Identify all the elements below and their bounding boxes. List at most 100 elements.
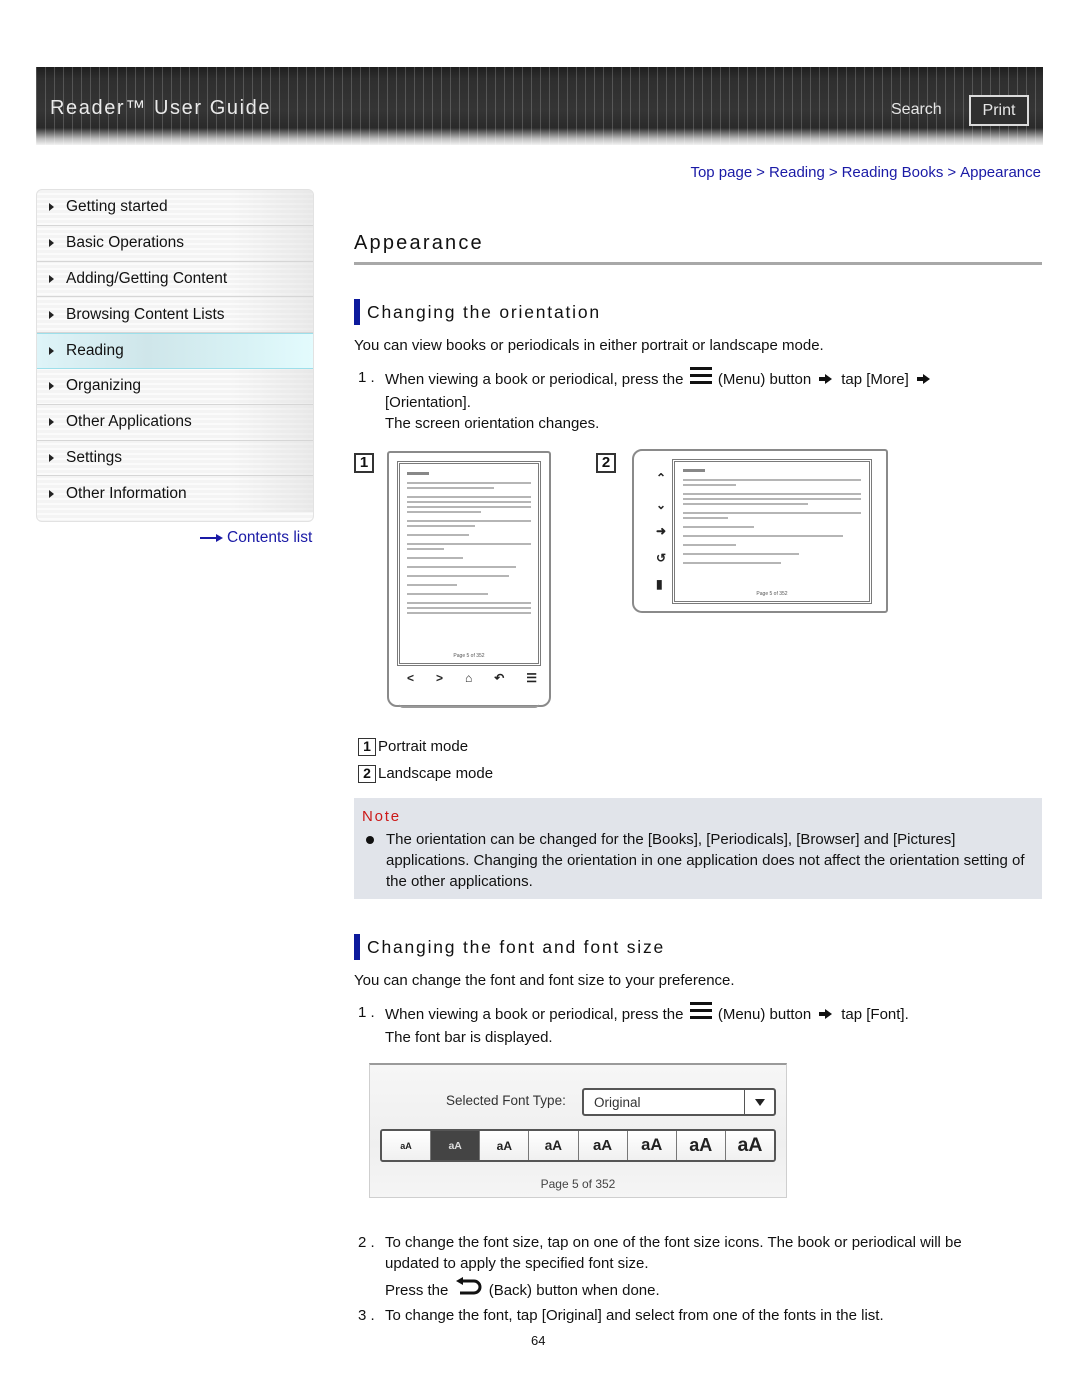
font-size-option-1: aA xyxy=(382,1131,432,1160)
portrait-screen: Page 5 of 352 xyxy=(397,461,541,666)
step-line-2: updated to apply the specified font size… xyxy=(385,1255,649,1272)
triangle-right-icon xyxy=(49,310,54,319)
font-size-option-6: aA xyxy=(627,1131,677,1160)
step-result: The font bar is displayed. xyxy=(385,1029,553,1046)
note-title: Note xyxy=(362,808,401,825)
note-box: Note The orientation can be changed for … xyxy=(354,798,1042,899)
app-title: Reader™ User Guide xyxy=(50,97,272,119)
font-type-value: Original xyxy=(594,1095,641,1110)
dropdown-arrow-icon xyxy=(744,1090,774,1114)
menu-icon xyxy=(689,1002,712,1020)
sidebar-nav: Getting started Basic Operations Adding/… xyxy=(36,189,314,522)
step-text: When viewing a book or periodical, press… xyxy=(385,1002,909,1025)
sidebar-item-label: Settings xyxy=(66,448,123,466)
triangle-right-icon xyxy=(49,382,54,391)
portrait-nav-buttons: < > ⌂ ↶ ☰ xyxy=(407,671,537,685)
font-step-1: 1 . When viewing a book or periodical, p… xyxy=(358,1002,1038,1048)
sidebar-item-label: Browsing Content Lists xyxy=(66,305,225,323)
font-size-buttons: aA aA aA aA aA aA aA aA xyxy=(380,1129,776,1162)
font-bar-illustration: Selected Font Type: Original aA aA aA aA… xyxy=(369,1063,787,1198)
triangle-right-icon xyxy=(49,453,54,462)
section-heading-font: Changing the font and font size xyxy=(354,934,665,960)
font-step-2: 2 . To change the font size, tap on one … xyxy=(358,1232,1038,1301)
search-link[interactable]: Search xyxy=(891,101,942,119)
section-heading-orientation: Changing the orientation xyxy=(354,299,601,325)
sidebar-item-organizing[interactable]: Organizing xyxy=(37,368,313,405)
triangle-right-icon xyxy=(49,490,54,499)
landscape-nav-buttons: ⌃ ⌄ ➜ ↺ ▮ xyxy=(656,471,666,591)
chevron-right-icon: > xyxy=(435,671,443,685)
sidebar-item-basic-operations[interactable]: Basic Operations xyxy=(37,225,313,262)
step-result: The screen orientation changes. xyxy=(385,415,600,432)
step-text-d: [Orientation]. xyxy=(385,394,471,411)
step-text-a: When viewing a book or periodical, press… xyxy=(385,371,684,388)
sidebar-item-label: Other Information xyxy=(66,485,187,503)
breadcrumb-separator: > xyxy=(947,164,957,181)
breadcrumb: Top page > Reading > Reading Books > Appearanc… xyxy=(690,164,1041,181)
menu-icon: ▮ xyxy=(656,577,663,591)
orientation-intro: You can view books or periodicals in eit… xyxy=(354,337,824,354)
step-text-a: Press the xyxy=(385,1282,449,1299)
breadcrumb-reading-books[interactable]: Reading Books xyxy=(842,164,944,181)
sidebar-item-label: Getting started xyxy=(66,198,168,216)
arrow-right-icon: ➜ xyxy=(656,524,667,538)
step-text-a: When viewing a book or periodical, press… xyxy=(385,1006,684,1023)
font-size-option-4: aA xyxy=(529,1131,579,1160)
contents-list-link[interactable]: Contents list xyxy=(200,529,312,547)
menu-icon xyxy=(689,367,712,385)
title-divider xyxy=(354,262,1042,265)
step-line-3: Press the (Back) button when done. xyxy=(385,1277,660,1301)
sidebar-item-getting-started[interactable]: Getting started xyxy=(37,190,313,226)
sidebar-item-settings[interactable]: Settings xyxy=(37,440,313,477)
breadcrumb-separator: > xyxy=(756,164,765,181)
chevron-down-icon: ⌄ xyxy=(656,497,667,512)
arrow-right-icon xyxy=(200,533,224,543)
landscape-device-illustration: ⌃ ⌄ ➜ ↺ ▮ Page 5 of 352 xyxy=(632,449,888,613)
legend-label: Portrait mode xyxy=(378,738,469,755)
font-bar-page-indicator: Page 5 of 352 xyxy=(540,1177,616,1191)
triangle-right-icon xyxy=(49,274,54,283)
sidebar-item-adding-getting-content[interactable]: Adding/Getting Content xyxy=(37,261,313,298)
step-line-1: To change the font size, tap on one of t… xyxy=(385,1234,962,1251)
legend-label: Landscape mode xyxy=(378,765,494,782)
triangle-right-icon xyxy=(49,418,54,427)
font-size-option-2: aA xyxy=(431,1131,481,1160)
step-text: When viewing a book or periodical, press… xyxy=(385,367,939,390)
sidebar-item-browsing-content-lists[interactable]: Browsing Content Lists xyxy=(37,297,313,334)
triangle-right-icon xyxy=(49,203,54,212)
sidebar-item-other-information[interactable]: Other Information xyxy=(37,476,313,513)
step-text-b: (Menu) button xyxy=(717,371,812,388)
breadcrumb-separator: > xyxy=(828,164,838,181)
portrait-device-illustration: Page 5 of 352 < > ⌂ ↶ ☰ xyxy=(387,451,551,708)
menu-icon: ☰ xyxy=(526,671,537,685)
font-step-3: 3 . To change the font, tap [Original] a… xyxy=(358,1305,1038,1326)
breadcrumb-appearance[interactable]: Appearance xyxy=(960,164,1041,181)
breadcrumb-reading[interactable]: Reading xyxy=(769,164,825,181)
step-text-b: (Back) button when done. xyxy=(488,1282,660,1299)
breadcrumb-top-page[interactable]: Top page xyxy=(690,164,752,181)
back-icon xyxy=(455,1277,483,1297)
print-button[interactable]: Print xyxy=(969,95,1029,126)
sidebar-item-reading[interactable]: Reading xyxy=(37,333,313,369)
font-type-label: Selected Font Type: xyxy=(446,1093,566,1108)
sidebar-item-label: Adding/Getting Content xyxy=(66,269,228,287)
step-number: 3 . xyxy=(358,1307,375,1324)
orientation-step-1: 1 . When viewing a book or periodical, p… xyxy=(358,367,1038,433)
step-text-c: tap [Font]. xyxy=(841,1006,909,1023)
sidebar-item-label: Organizing xyxy=(66,377,141,395)
step-number: 1 . xyxy=(358,369,375,386)
landscape-page-indicator: Page 5 of 352 xyxy=(756,591,788,597)
bullet-icon xyxy=(366,836,374,844)
sidebar-item-label: Basic Operations xyxy=(66,234,185,252)
chevron-up-icon: ⌃ xyxy=(656,471,667,485)
arrow-right-icon xyxy=(819,374,833,384)
device-bottom-edge xyxy=(399,704,539,708)
font-type-select: Original xyxy=(582,1088,776,1116)
arrow-right-icon xyxy=(916,374,931,384)
step-text: To change the font, tap [Original] and s… xyxy=(385,1307,884,1324)
font-intro: You can change the font and font size to… xyxy=(354,972,735,989)
sidebar-item-other-applications[interactable]: Other Applications xyxy=(37,404,313,441)
font-size-option-5: aA xyxy=(578,1131,628,1160)
triangle-right-icon xyxy=(49,347,54,356)
chapter-heading xyxy=(407,472,429,475)
